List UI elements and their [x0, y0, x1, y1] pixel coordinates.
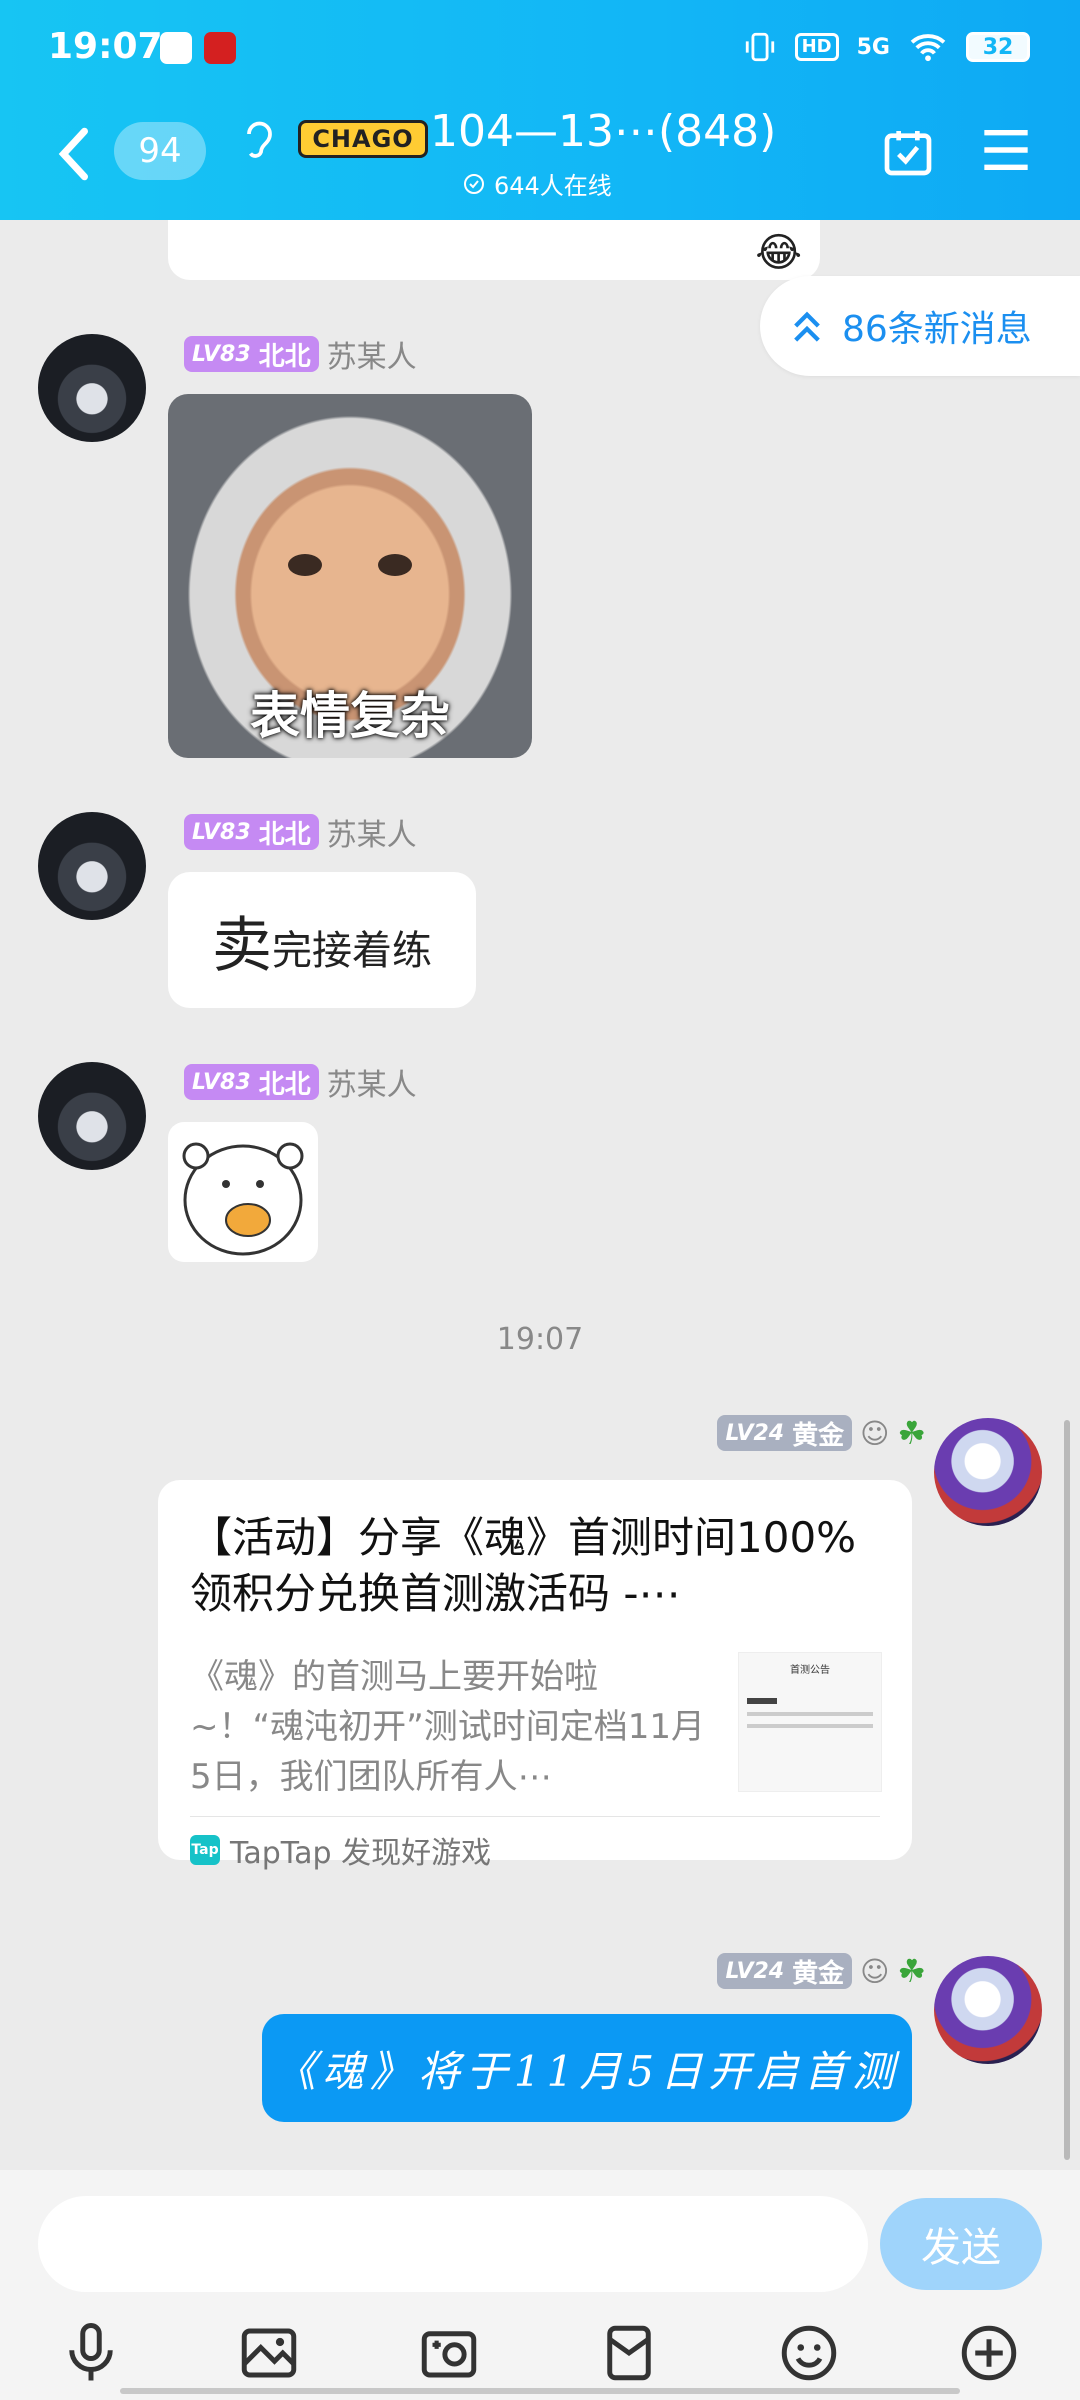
menu-icon[interactable] — [980, 128, 1032, 172]
scrollbar[interactable] — [1064, 1420, 1070, 2160]
red-packet-icon[interactable] — [596, 2320, 662, 2386]
camera-icon[interactable] — [416, 2320, 482, 2386]
send-button[interactable]: 发送 — [880, 2198, 1042, 2290]
sender-name: 苏某人 — [326, 818, 417, 853]
sender-name: 苏某人 — [326, 340, 417, 375]
sticker-image[interactable]: 表情复杂 — [168, 394, 532, 758]
toolbar — [0, 2320, 1080, 2390]
laugh-emoji-icon: 😂 — [755, 230, 802, 276]
microphone-icon[interactable] — [58, 2320, 124, 2386]
medal-icon: ☺ — [860, 1954, 890, 1988]
status-time: 19:07 — [48, 26, 163, 67]
sender-info: LV24 黄金 ☺ ☘ — [717, 1952, 926, 1990]
avatar[interactable] — [38, 1062, 146, 1170]
group-title[interactable]: 104—13⋯(848) — [430, 106, 776, 157]
image-icon[interactable] — [236, 2320, 302, 2386]
ear-icon[interactable] — [240, 116, 276, 164]
message-text-small: 完接着练 — [272, 928, 432, 974]
level-badge: LV83 北北 — [184, 814, 319, 850]
new-messages-label: 86条新消息 — [842, 309, 1032, 350]
plus-icon[interactable] — [956, 2320, 1022, 2386]
sticker-eye — [378, 554, 412, 576]
level-badge: LV83 北北 — [184, 1064, 319, 1100]
level-badge: LV24 黄金 — [717, 1415, 853, 1451]
sticker-eye — [288, 554, 322, 576]
sender-info: LV83 北北 苏某人 — [184, 810, 417, 854]
nav-bar: 94 CHAGO 104—13⋯(848) 644人在线 — [0, 100, 1080, 220]
medal-icon: ☺ — [860, 1416, 890, 1450]
group-logo: CHAGO — [298, 120, 428, 158]
input-area: 发送 — [0, 2170, 1080, 2400]
home-indicator[interactable] — [120, 2388, 960, 2394]
sticker-image[interactable] — [168, 1122, 318, 1262]
avatar[interactable] — [934, 1418, 1042, 1526]
previous-message-bubble[interactable]: 😂 — [168, 220, 820, 280]
sender-name: 苏某人 — [326, 1068, 417, 1103]
signal-label: 5G — [856, 34, 890, 60]
message-text-large: 卖 — [212, 910, 272, 981]
message-input[interactable] — [38, 2196, 868, 2292]
message-list[interactable]: 😂 86条新消息 LV83 北北 苏某人 表情复杂 LV83 北北 苏某人 卖 完接… — [0, 220, 1080, 2170]
status-right: HD 5G 32 — [743, 30, 1030, 64]
app-notification-icon — [204, 32, 236, 64]
avatar[interactable] — [934, 1956, 1042, 2064]
card-divider — [190, 1816, 880, 1817]
avatar[interactable] — [38, 812, 146, 920]
check-circle-icon — [464, 173, 484, 194]
clover-icon: ☘ — [897, 1952, 926, 1990]
card-source-label: TapTap 发现好游戏 — [230, 1836, 492, 1871]
battery-icon: 32 — [966, 32, 1030, 62]
hd-indicator: HD — [794, 33, 839, 61]
online-status: 644人在线 — [462, 166, 612, 201]
wifi-icon — [910, 34, 946, 62]
battery-level: 32 — [982, 34, 1014, 60]
shared-link-card[interactable]: 【活动】分享《魂》首测时间100%领积分兑换首测激活码 -⋯ 《魂》的首测马上要… — [158, 1480, 912, 1871]
time-separator: 19:07 — [496, 1322, 584, 1357]
text-message-bubble[interactable]: 卖 完接着练 — [168, 872, 476, 1008]
card-source: Tap TapTap 发现好游戏 — [190, 1828, 491, 1872]
sender-info: LV83 北北 苏某人 — [184, 332, 417, 376]
level-badge: LV83 北北 — [184, 336, 319, 372]
double-chevron-up-icon — [794, 311, 820, 342]
level-badge: LV24 黄金 — [717, 1953, 853, 1989]
sent-message-bubble[interactable]: 《魂》将于11月5日开启首测 — [262, 2014, 912, 2122]
sender-info: LV83 北北 苏某人 — [184, 1060, 417, 1104]
taptap-icon: Tap — [190, 1835, 220, 1865]
calendar-check-icon[interactable] — [880, 124, 936, 180]
clover-icon: ☘ — [897, 1414, 926, 1452]
notification-icon — [160, 32, 192, 64]
chat-header: 19:07 HD 5G 32 94 CHAGO 104—13⋯(848) 644… — [0, 0, 1080, 220]
card-description: 《魂》的首测马上要开始啦~！“魂沌初开”测试时间定档11月5日，我们团队所有人⋯ — [190, 1657, 705, 1797]
sticker-caption: 表情复杂 — [250, 687, 450, 745]
sent-message-text: 《魂》将于11月5日开启首测 — [273, 2046, 901, 2096]
new-messages-button[interactable]: 86条新消息 — [760, 276, 1080, 376]
status-bar: 19:07 HD 5G 32 — [0, 0, 1080, 100]
card-title: 【活动】分享《魂》首测时间100%领积分兑换首测激活码 -⋯ — [190, 1513, 857, 1618]
sender-info: LV24 黄金 ☺ ☘ — [717, 1414, 926, 1452]
online-count: 644人在线 — [494, 172, 612, 200]
avatar[interactable] — [38, 334, 146, 442]
back-icon[interactable] — [52, 126, 96, 182]
vibrate-icon — [745, 32, 774, 62]
unread-count-badge[interactable]: 94 — [114, 122, 206, 180]
bear-sticker-icon — [182, 1142, 304, 1256]
card-thumbnail-title: 首测公告 — [790, 1665, 830, 1676]
card-thumbnail: 首测公告 — [738, 1652, 882, 1792]
emoji-icon[interactable] — [776, 2320, 842, 2386]
